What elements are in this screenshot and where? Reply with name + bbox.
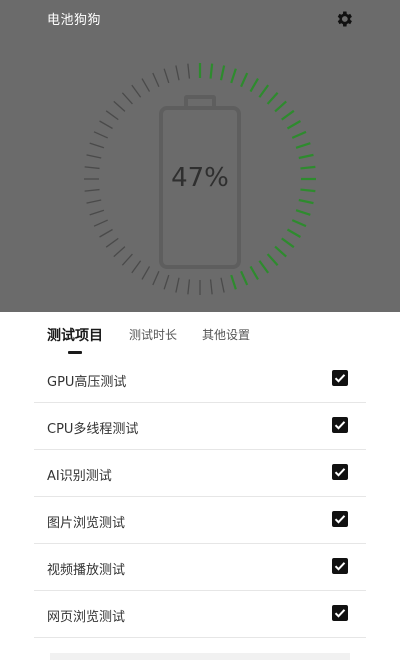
gauge-tick [99,120,113,130]
gauge-tick [249,77,259,93]
gauge-tick [230,68,237,84]
gauge-tick [105,110,119,121]
gauge-tick [291,130,307,139]
gauge-tick [86,199,102,204]
gauge-tick [89,142,105,149]
gauge-tick [89,209,105,216]
battery-hero: 电池狗狗 47% [0,0,400,312]
list-item-label: CPU多线程测试 [47,422,139,437]
gauge-tick [298,198,314,205]
gauge-tick [295,142,311,149]
gauge-tick [300,188,316,193]
gauge-tick [230,274,237,290]
list-item-label: AI识别测试 [47,469,112,484]
tab-test-duration[interactable]: 测试时长 [129,326,177,343]
checkbox-gpu[interactable] [332,370,348,386]
gauge-tick [291,219,307,228]
gauge-tick [240,72,249,88]
checkbox-image[interactable] [332,511,348,527]
gauge-tick [286,120,302,130]
checkbox-cpu[interactable] [332,417,348,433]
gauge-tick [258,84,270,98]
gauge-tick [286,228,302,238]
gauge-tick [131,84,142,98]
gauge-tick [141,266,151,280]
list-item-label: 图片浏览测试 [47,516,126,531]
gauge-tick [295,209,311,216]
checkbox-ai[interactable] [332,464,348,480]
gauge-tick [152,72,160,87]
gauge-tick [240,270,249,286]
gauge-tick [84,188,100,192]
list-item-label: GPU高压测试 [47,375,127,390]
checkbox-video[interactable] [332,558,348,574]
list-item-label: 网页浏览测试 [47,610,126,625]
bottom-panel-edge [50,653,350,660]
gauge-tick [141,78,151,92]
tab-bar: 测试项目 测试时长 其他设置 [0,312,400,356]
gauge-tick [93,219,108,227]
gauge-tick [175,65,180,81]
gauge-tick [266,253,279,266]
gauge-tick [99,228,113,238]
list-item-label: 视频播放测试 [47,563,126,578]
gauge-tick [187,279,191,295]
gauge-tick [298,153,314,160]
gauge-tick [266,92,279,105]
gauge-tick [220,277,225,293]
gauge-tick [274,245,287,258]
gauge-tick [131,260,142,274]
gauge-tick [300,165,316,170]
gauge-tick [281,237,295,249]
gauge-tick [105,237,119,248]
gauge-tick [84,166,100,170]
gauge-tick [249,265,259,281]
gauge-tick [113,246,126,258]
gauge-tick [209,279,213,295]
gauge-tick [121,92,133,105]
gauge-tick [219,65,226,81]
list-item-image[interactable]: 图片浏览测试 [34,497,366,544]
gauge-tick [121,253,133,266]
gauge-tick [163,274,170,290]
gauge-tick [209,63,214,79]
gauge-tick [258,260,270,274]
list-item-web[interactable]: 网页浏览测试 [34,591,366,638]
list-item-cpu[interactable]: CPU多线程测试 [34,403,366,450]
list-item-video[interactable]: 视频播放测试 [34,544,366,591]
gauge-tick [175,277,180,293]
checkbox-web[interactable] [332,605,348,621]
gauge-tick [187,63,191,79]
gauge-tick [93,131,108,139]
tab-other-settings[interactable]: 其他设置 [202,326,250,343]
gauge-tick [113,100,126,112]
test-list: GPU高压测试 CPU多线程测试 AI识别测试 图片浏览测试 视频播放测试 网页… [34,356,366,638]
gauge-tick [163,68,170,84]
active-tab-indicator [68,351,82,354]
list-item-ai[interactable]: AI识别测试 [34,450,366,497]
gauge-tick [152,271,160,286]
gauge-tick [281,109,295,121]
gauge-tick [274,100,287,113]
list-item-gpu[interactable]: GPU高压测试 [34,356,366,403]
battery-percent: 47% [171,163,229,193]
tab-test-items[interactable]: 测试项目 [47,325,103,345]
gauge-tick [86,154,102,159]
